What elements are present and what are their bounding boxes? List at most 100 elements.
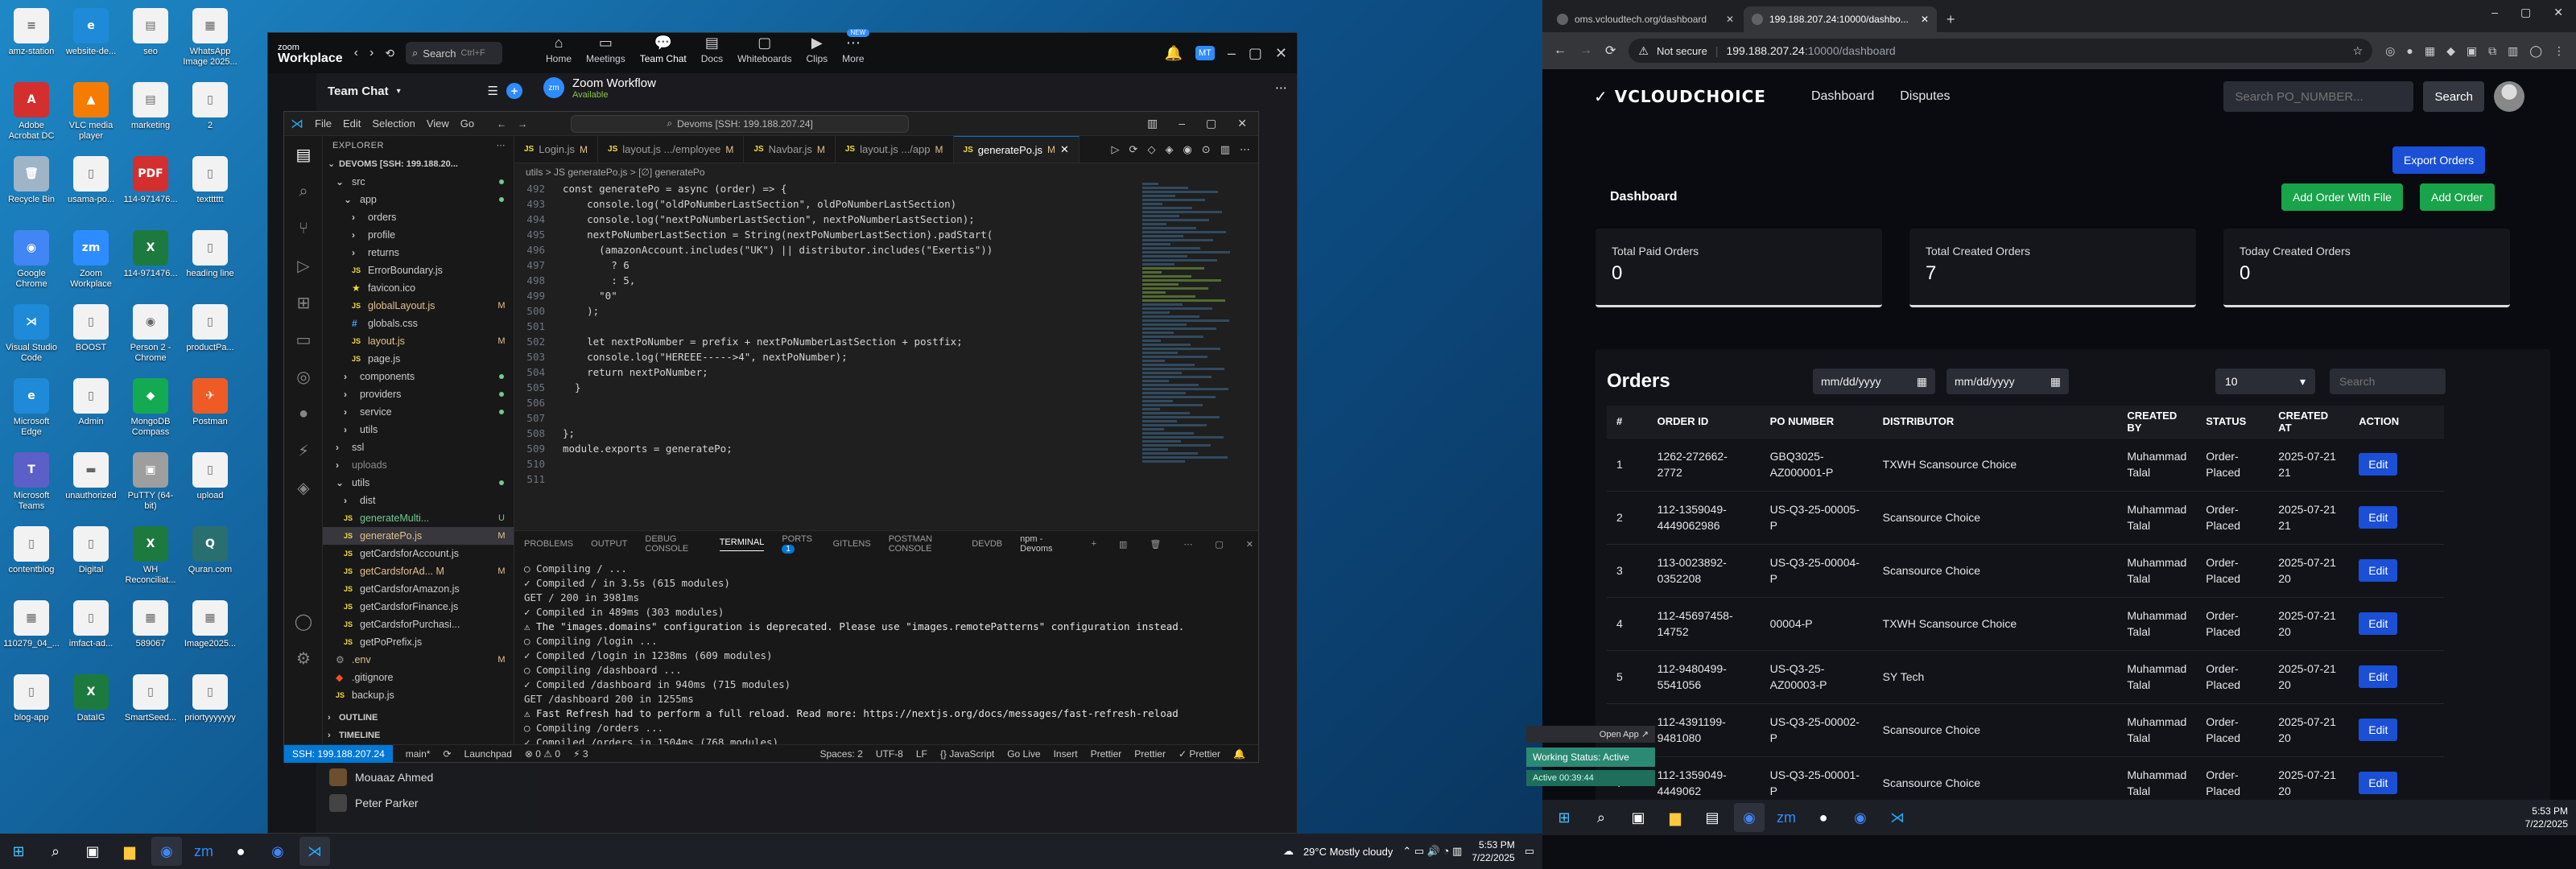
tree-folder[interactable]: › returns xyxy=(323,244,514,262)
extension-icon[interactable]: ▣ xyxy=(2467,44,2477,58)
sync-icon[interactable]: ⟳ xyxy=(443,748,451,760)
desktop-icon[interactable]: ✈ Postman xyxy=(182,373,238,447)
desktop-icon[interactable]: T Microsoft Teams xyxy=(3,447,60,521)
tree-file[interactable]: JS getPoPrefix.js xyxy=(323,633,514,651)
po-search-input[interactable] xyxy=(2223,81,2414,112)
puzzle-icon[interactable]: ⧉ xyxy=(2488,44,2496,58)
panel-action-icon[interactable]: ▥ xyxy=(1119,539,1127,550)
search-icon[interactable]: ⌕ xyxy=(284,173,323,210)
explorer-icon[interactable]: ▤ xyxy=(284,136,323,173)
edit-button[interactable]: Edit xyxy=(2359,665,2398,688)
desktop-icon[interactable]: Q Quran.com xyxy=(182,521,238,595)
tree-file[interactable]: JS backup.js xyxy=(323,686,514,704)
minimize-icon[interactable]: – xyxy=(2491,6,2498,19)
menu-view[interactable]: View xyxy=(427,117,449,130)
menu-file[interactable]: File xyxy=(315,117,332,130)
back-icon[interactable]: ← xyxy=(1554,43,1567,58)
clock[interactable]: 5:53 PM 7/22/2025 xyxy=(1472,838,1514,864)
browser-tab[interactable]: 199.188.207.24:10000/dashbo... ✕ xyxy=(1744,6,1937,32)
desktop-icon[interactable]: ▦ WhatsApp Image 2025... xyxy=(182,3,238,77)
terminal[interactable]: ○ Compiling / ... ✓ Compiled / in 3.5s (6… xyxy=(514,557,1258,769)
chat-person-1[interactable]: Mouaaz Ahmed xyxy=(329,768,433,786)
zoom-nav-whiteboards[interactable]: ▢ Whiteboards xyxy=(737,35,791,72)
tree-file[interactable]: JS getCardsforPurchasi... xyxy=(323,616,514,633)
git-branch[interactable]: main* xyxy=(406,748,431,760)
desktop-icon[interactable]: A Adobe Acrobat DC xyxy=(3,77,60,151)
go-live-button[interactable]: Go Live xyxy=(1007,748,1040,760)
workspace-root[interactable]: ⌄ DEVOMS [SSH: 199.188.20... xyxy=(323,155,514,173)
tree-folder[interactable]: ⌄ app xyxy=(323,191,514,208)
settings-gear-icon[interactable]: ⚙ xyxy=(284,640,323,677)
zoom-avatar[interactable]: MT xyxy=(1195,46,1215,60)
edit-button[interactable]: Edit xyxy=(2359,506,2398,529)
panel-tab-debug-console[interactable]: DEBUG CONSOLE xyxy=(645,534,701,554)
bell-icon[interactable]: 🔔 xyxy=(1233,748,1245,760)
not-secure-label[interactable]: Not secure xyxy=(1657,45,1707,57)
desktop-icon[interactable]: ▯ BOOST xyxy=(63,299,119,373)
command-center[interactable]: ⌕ Devoms [SSH: 199.188.207.24] xyxy=(571,114,910,133)
chrome-profile-icon[interactable]: ◉ xyxy=(262,837,293,866)
edit-button[interactable]: Edit xyxy=(2359,719,2398,741)
tree-file[interactable]: ★ favicon.ico xyxy=(323,279,514,297)
maximize-icon[interactable]: ▢ xyxy=(1206,117,1216,130)
edit-button[interactable]: Edit xyxy=(2359,612,2398,635)
maximize-icon[interactable]: ▢ xyxy=(2520,6,2531,19)
desktop-icon[interactable]: zm Zoom Workplace xyxy=(63,225,119,299)
sidepanel-icon[interactable]: ▥ xyxy=(2508,44,2518,58)
python-icon[interactable]: ◈ xyxy=(284,469,323,506)
forward-icon[interactable]: › xyxy=(369,46,374,60)
desktop-icon[interactable]: ▯ Admin xyxy=(63,373,119,447)
file-explorer-icon[interactable]: ▆ xyxy=(1660,803,1690,832)
desktop-icon[interactable]: ▦ 110279_04_... xyxy=(3,595,60,669)
source-control-icon[interactable]: ⑂ xyxy=(284,210,323,247)
editor-action-icon[interactable]: ⊙ xyxy=(1202,143,1211,156)
menu-selection[interactable]: Selection xyxy=(372,117,415,130)
editor-action-icon[interactable]: ◉ xyxy=(1183,143,1191,156)
tree-folder[interactable]: › dist xyxy=(323,492,514,509)
page-size-select[interactable]: 10 ▾ xyxy=(2215,369,2315,394)
panel-action-icon[interactable]: 🗑 xyxy=(1150,539,1161,550)
editor-tab[interactable]: JS generatePo.js M ✕ xyxy=(953,136,1080,163)
desktop-icon[interactable]: ▤ marketing xyxy=(122,77,179,151)
layout-icon[interactable]: ▥ xyxy=(1147,117,1158,130)
desktop-icon[interactable]: ▯ imfact-ad... xyxy=(63,595,119,669)
editor-action-icon[interactable]: ▷ xyxy=(1112,143,1120,156)
editor-action-icon[interactable]: ⟳ xyxy=(1129,143,1138,156)
search-icon[interactable]: ⌕ xyxy=(40,837,71,866)
brand-logo[interactable]: ✓ VCLOUDCHOICE xyxy=(1594,87,1766,106)
editor-action-icon[interactable]: ◈ xyxy=(1165,143,1173,156)
zoom-nav-team-chat[interactable]: 💬 Team Chat xyxy=(640,35,687,72)
desktop-icon[interactable]: ▯ textttttt xyxy=(182,151,238,225)
chrome-profile-icon[interactable]: ◉ xyxy=(1845,803,1876,832)
browser-tab[interactable]: oms.vcloudtech.org/dashboard ✕ xyxy=(1549,6,1742,32)
minimap[interactable] xyxy=(1142,181,1247,530)
desktop-icon[interactable]: ▦ Image2025... xyxy=(182,595,238,669)
indent-indicator[interactable]: Spaces: 2 xyxy=(819,748,862,760)
launchpad[interactable]: Launchpad xyxy=(464,748,512,760)
zoom-search[interactable]: ⌕ Search Ctrl+F xyxy=(406,42,503,64)
tree-file[interactable]: JS layout.js M xyxy=(323,332,514,350)
panel-action-icon[interactable]: ▢ xyxy=(1215,539,1223,550)
desktop-icon[interactable]: ⋊ Visual Studio Code xyxy=(3,299,60,373)
desktop-icon[interactable]: ▯ Digital xyxy=(63,521,119,595)
panel-tab-terminal[interactable]: TERMINAL xyxy=(719,537,765,551)
tree-file[interactable]: JS getCardsforAmazon.js xyxy=(323,580,514,598)
extension-icon[interactable]: ▦ xyxy=(2425,44,2435,58)
postman-icon[interactable]: ● xyxy=(284,395,323,432)
nav-forward-icon[interactable]: → xyxy=(518,118,527,130)
panel-action-icon[interactable]: ✕ xyxy=(1246,539,1253,550)
history-icon[interactable]: ⟲ xyxy=(385,47,394,60)
editor-tab[interactable]: JS Login.js M xyxy=(514,136,599,163)
desktop-icon[interactable]: X DataIG xyxy=(63,669,119,743)
user-avatar[interactable] xyxy=(2494,81,2524,112)
encoding-indicator[interactable]: UTF-8 xyxy=(876,748,903,760)
editor-action-icon[interactable]: ⋯ xyxy=(1240,143,1250,156)
clock[interactable]: 5:53 PM 7/22/2025 xyxy=(2525,805,2568,830)
zoom-icon[interactable]: zm xyxy=(1771,803,1802,832)
desktop-icon[interactable]: ◉ Google Chrome xyxy=(3,225,60,299)
zoom-nav-more[interactable]: ⋯ More NEW xyxy=(842,28,869,72)
desktop-icon[interactable]: X WH Reconciliat... xyxy=(122,521,179,595)
panel-tab-devdb[interactable]: DEVDB xyxy=(972,539,1002,549)
tree-folder[interactable]: › orders xyxy=(323,208,514,226)
tree-file[interactable]: JS getCardsforFinance.js xyxy=(323,598,514,616)
